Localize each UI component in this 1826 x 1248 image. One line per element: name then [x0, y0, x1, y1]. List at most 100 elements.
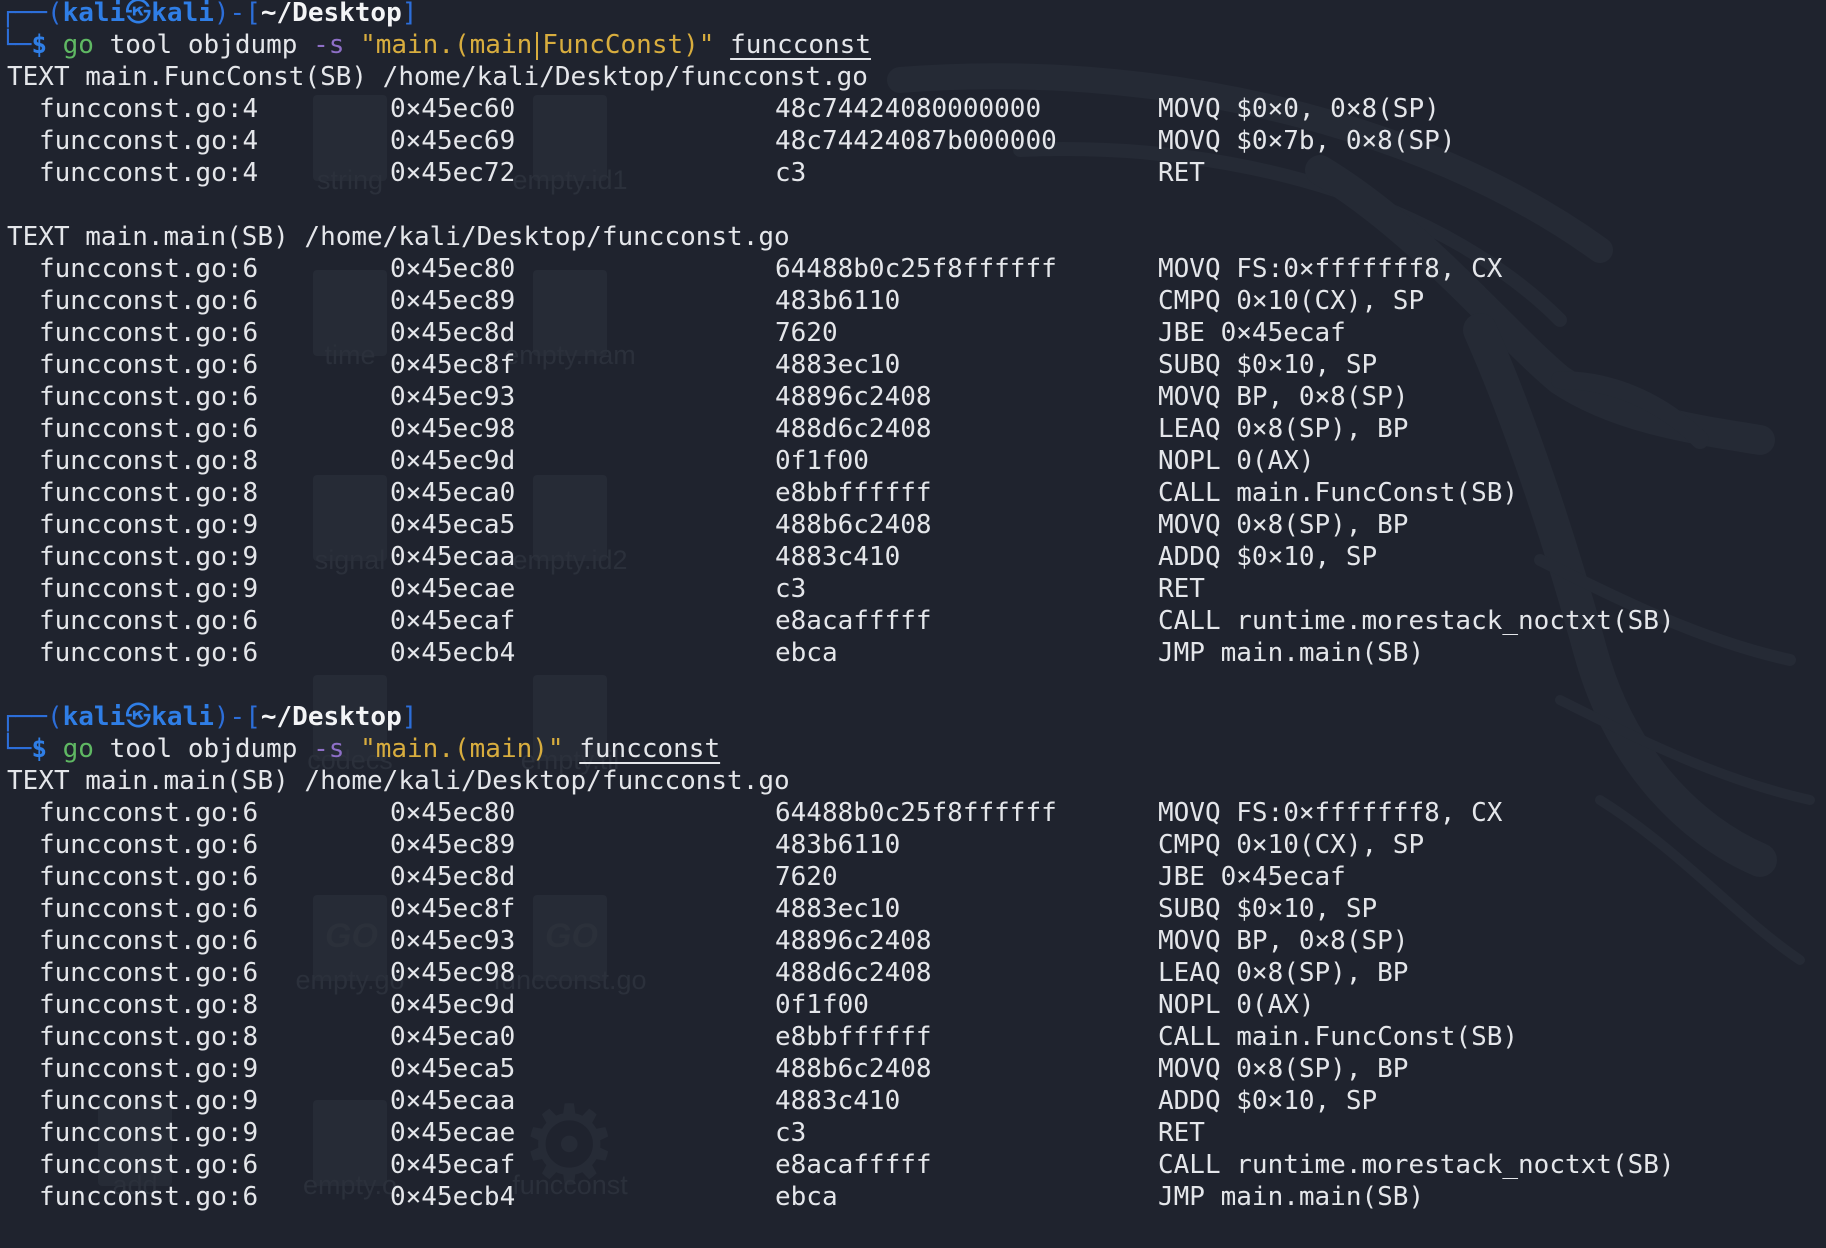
- instruction-address: 0×45eca0: [390, 1022, 516, 1052]
- command-target: funcconst: [579, 734, 721, 764]
- source-location: funcconst.go:6: [39, 254, 259, 284]
- instruction-address: 0×45ec80: [390, 254, 516, 284]
- machine-code: 48896c2408: [775, 926, 932, 956]
- source-location: funcconst.go:4: [39, 94, 259, 124]
- command-flag: -s: [313, 30, 345, 60]
- source-location: funcconst.go:6: [39, 638, 259, 668]
- assembly-instruction: MOVQ 0×8(SP), BP: [1158, 510, 1409, 540]
- machine-code: 4883c410: [775, 1086, 901, 1116]
- command-tool: go: [62, 734, 94, 764]
- instruction-address: 0×45ec98: [390, 414, 516, 444]
- kali-skull-icon: ㉿: [125, 0, 152, 28]
- source-location: funcconst.go:6: [39, 862, 259, 892]
- instruction-address: 0×45ecaa: [390, 542, 516, 572]
- source-location: funcconst.go:9: [39, 1054, 259, 1084]
- machine-code: 0f1f00: [775, 990, 869, 1020]
- instruction-address: 0×45ec89: [390, 286, 516, 316]
- command-target: funcconst: [730, 30, 871, 60]
- machine-code: 0f1f00: [775, 446, 869, 476]
- machine-code: 483b6110: [775, 286, 901, 316]
- instruction-address: 0×45ec60: [390, 94, 516, 124]
- instruction-address: 0×45ec9d: [390, 990, 516, 1020]
- machine-code: 48896c2408: [775, 382, 932, 412]
- machine-code: e8acafffff: [775, 1150, 932, 1180]
- machine-code: 483b6110: [775, 830, 901, 860]
- instruction-address: 0×45ecb4: [390, 638, 516, 668]
- source-location: funcconst.go:6: [39, 606, 259, 636]
- instruction-address: 0×45ecaf: [390, 1150, 516, 1180]
- assembly-instruction: MOVQ 0×8(SP), BP: [1158, 1054, 1409, 1084]
- machine-code: c3: [775, 158, 807, 188]
- instruction-address: 0×45ecaa: [390, 1086, 516, 1116]
- source-location: funcconst.go:6: [39, 798, 259, 828]
- machine-code: 488b6c2408: [775, 1054, 932, 1084]
- source-location: funcconst.go:4: [39, 126, 259, 156]
- instruction-address: 0×45ec8d: [390, 862, 516, 892]
- command-space: [297, 30, 313, 60]
- assembly-instruction: CALL main.FuncConst(SB): [1158, 478, 1519, 508]
- assembly-instruction: MOVQ FS:0×fffffff8, CX: [1158, 254, 1503, 284]
- command-space: [94, 30, 110, 60]
- prompt-host: kali: [151, 0, 214, 28]
- prompt-host: kali: [151, 702, 214, 732]
- kali-skull-icon: ㉿: [125, 702, 152, 732]
- command-space: [714, 30, 730, 60]
- source-location: funcconst.go:6: [39, 414, 259, 444]
- assembly-instruction: JBE 0×45ecaf: [1158, 318, 1346, 348]
- command-line[interactable]: └─$ go tool objdump -s "main.(main FuncCo…: [0, 29, 871, 61]
- source-location: funcconst.go:9: [39, 1118, 259, 1148]
- command-pattern: "main.(main)": [360, 734, 564, 764]
- source-location: funcconst.go:8: [39, 446, 259, 476]
- machine-code: 4883ec10: [775, 894, 901, 924]
- assembly-instruction: NOPL 0(AX): [1158, 446, 1315, 476]
- prompt-path: ~/Desktop: [260, 702, 402, 732]
- machine-code: e8bbffffff: [775, 478, 932, 508]
- assembly-instruction: JMP main.main(SB): [1158, 1182, 1425, 1212]
- instruction-address: 0×45eca5: [390, 1054, 516, 1084]
- machine-code: 7620: [775, 318, 838, 348]
- machine-code: e8acafffff: [775, 606, 932, 636]
- instruction-address: 0×45ec8f: [390, 894, 516, 924]
- instruction-address: 0×45ecb4: [390, 1182, 516, 1212]
- prompt-user: kali: [62, 702, 126, 732]
- source-location: funcconst.go:6: [39, 382, 259, 412]
- machine-code: 4883ec10: [775, 350, 901, 380]
- instruction-address: 0×45ec8f: [390, 350, 516, 380]
- source-location: funcconst.go:6: [39, 830, 259, 860]
- assembly-instruction: MOVQ $0×7b, 0×8(SP): [1158, 126, 1456, 156]
- machine-code: ebca: [775, 1182, 838, 1212]
- source-location: funcconst.go:6: [39, 1182, 259, 1212]
- source-location: funcconst.go:9: [39, 1086, 259, 1116]
- source-location: funcconst.go:8: [39, 990, 259, 1020]
- instruction-address: 0×45ecaf: [390, 606, 516, 636]
- instruction-address: 0×45ec72: [390, 158, 516, 188]
- prompt-path: ~/Desktop: [260, 0, 402, 28]
- assembly-instruction: JBE 0×45ecaf: [1158, 862, 1346, 892]
- prompt-frame: )-[: [213, 0, 261, 28]
- machine-code: 4883c410: [775, 542, 901, 572]
- instruction-address: 0×45ec8d: [390, 318, 516, 348]
- command-args: tool objdump: [109, 30, 298, 60]
- prompt-frame: )-[: [213, 702, 261, 732]
- source-location: funcconst.go:6: [39, 318, 259, 348]
- assembly-instruction: LEAQ 0×8(SP), BP: [1158, 414, 1409, 444]
- assembly-instruction: MOVQ BP, 0×8(SP): [1158, 926, 1409, 956]
- assembly-instruction: MOVQ BP, 0×8(SP): [1158, 382, 1409, 412]
- command-space: [564, 734, 580, 764]
- source-location: funcconst.go:6: [39, 1150, 259, 1180]
- instruction-address: 0×45ecae: [390, 1118, 516, 1148]
- assembly-instruction: MOVQ FS:0×fffffff8, CX: [1158, 798, 1503, 828]
- assembly-instruction: CALL runtime.morestack_noctxt(SB): [1158, 1150, 1675, 1180]
- prompt-symbol: $: [31, 734, 47, 764]
- prompt-frame: └─: [0, 734, 32, 764]
- source-location: funcconst.go:6: [39, 286, 259, 316]
- prompt-user: kali: [62, 0, 126, 28]
- instruction-address: 0×45eca5: [390, 510, 516, 540]
- prompt-header: ┌──(kali㉿kali)-[~/Desktop]: [0, 701, 417, 733]
- terminal-output[interactable]: ┌──(kali㉿kali)-[~/Desktop] └─$ go tool ob…: [0, 0, 1826, 1248]
- source-location: funcconst.go:8: [39, 1022, 259, 1052]
- instruction-address: 0×45ecae: [390, 574, 516, 604]
- command-space: [344, 30, 360, 60]
- command-line[interactable]: └─$ go tool objdump -s "main.(main)" fun…: [0, 733, 720, 765]
- machine-code: 488d6c2408: [775, 958, 932, 988]
